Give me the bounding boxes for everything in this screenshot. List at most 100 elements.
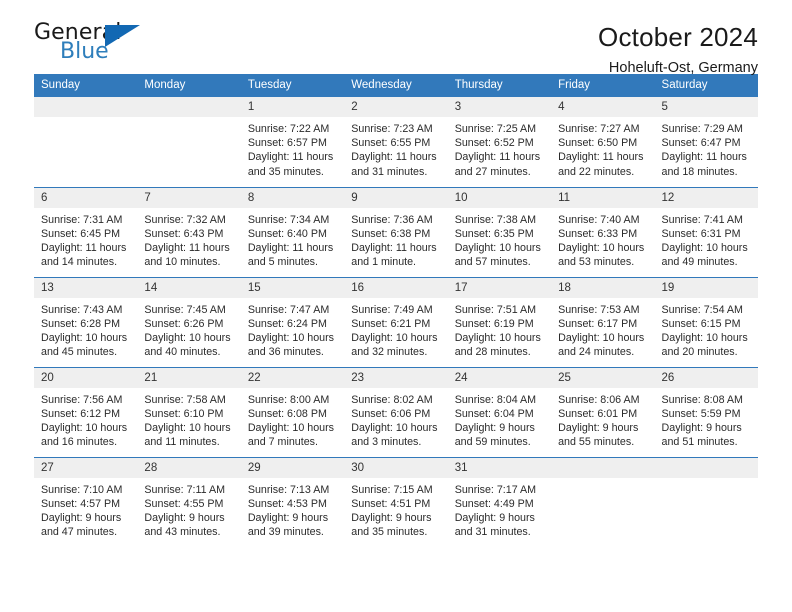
sunrise-text: Sunrise: 8:02 AM: [351, 393, 433, 406]
calendar-week-row: 6 Sunrise: 7:31 AM Sunset: 6:45 PM Daylight…: [34, 186, 758, 277]
sunrise-text: Sunrise: 8:08 AM: [661, 393, 743, 406]
calendar-day-cell[interactable]: 1 Sunrise: 7:22 AM Sunset: 6:57 PM Daylight…: [240, 97, 345, 187]
day-number: [34, 97, 138, 117]
calendar-day-cell[interactable]: 9 Sunrise: 7:36 AM Sunset: 6:38 PM Daylight…: [344, 186, 448, 277]
calendar-day-cell[interactable]: 5 Sunrise: 7:29 AM Sunset: 6:47 PM Daylight…: [654, 97, 758, 187]
calendar-day-cell[interactable]: 13 Sunrise: 7:43 AM Sunset: 6:28 PM Dayligh…: [34, 276, 138, 367]
day-number: 11: [551, 187, 655, 208]
day-sun-info: Sunrise: 7:23 AM Sunset: 6:55 PM Daylight:…: [344, 117, 447, 179]
calendar-day-cell[interactable]: 2 Sunrise: 7:23 AM Sunset: 6:55 PM Daylight…: [344, 97, 448, 187]
calendar-day-cell[interactable]: 7 Sunrise: 7:32 AM Sunset: 6:43 PM Daylight…: [137, 186, 241, 277]
calendar-day-cell[interactable]: 30 Sunrise: 7:15 AM Sunset: 4:51 PM Dayligh…: [344, 456, 448, 547]
sunrise-text: Sunrise: 7:29 AM: [661, 123, 743, 135]
calendar-week-row: 13 Sunrise: 7:43 AM Sunset: 6:28 PM Dayligh…: [34, 276, 758, 367]
calendar-day-cell[interactable]: 16 Sunrise: 7:49 AM Sunset: 6:21 PM Dayligh…: [344, 276, 448, 367]
day-sun-info: Sunrise: 7:43 AM Sunset: 6:28 PM Daylight:…: [34, 298, 137, 360]
day-number: 20: [34, 367, 138, 388]
sunrise-text: Sunrise: 7:36 AM: [351, 213, 433, 226]
day-number: 12: [654, 187, 758, 208]
calendar-day-cell[interactable]: 19 Sunrise: 7:54 AM Sunset: 6:15 PM Dayligh…: [654, 276, 758, 367]
sunset-text: Sunset: 6:31 PM: [661, 227, 741, 240]
calendar-day-cell[interactable]: 6 Sunrise: 7:31 AM Sunset: 6:45 PM Daylight…: [34, 186, 138, 277]
sunset-text: Sunset: 6:43 PM: [144, 227, 224, 240]
calendar-day-cell[interactable]: 12 Sunrise: 7:41 AM Sunset: 6:31 PM Dayligh…: [654, 186, 758, 277]
calendar-day-cell[interactable]: 28 Sunrise: 7:11 AM Sunset: 4:55 PM Dayligh…: [137, 456, 241, 547]
sunset-text: Sunset: 6:01 PM: [558, 407, 638, 420]
daylight-text: Daylight: 10 hours and 24 minutes.: [558, 331, 645, 359]
sunset-text: Sunset: 4:53 PM: [247, 497, 327, 510]
daylight-text: Daylight: 11 hours and 1 minute.: [351, 241, 437, 269]
day-number: [654, 457, 758, 478]
logo-triangle-icon: [105, 25, 140, 47]
day-sun-info: Sunrise: 8:02 AM Sunset: 6:06 PM Daylight:…: [344, 388, 447, 450]
calendar-day-cell[interactable]: 31 Sunrise: 7:17 AM Sunset: 4:49 PM Dayligh…: [447, 456, 552, 547]
sunset-text: Sunset: 6:21 PM: [351, 317, 431, 330]
sunset-text: Sunset: 6:19 PM: [454, 317, 534, 330]
calendar-day-cell[interactable]: 25 Sunrise: 8:06 AM Sunset: 6:01 PM Dayligh…: [551, 366, 655, 457]
sunrise-text: Sunrise: 8:00 AM: [247, 393, 330, 406]
calendar-day-cell[interactable]: 21 Sunrise: 7:58 AM Sunset: 6:10 PM Dayligh…: [137, 366, 241, 457]
calendar-day-cell[interactable]: 8 Sunrise: 7:34 AM Sunset: 6:40 PM Daylight…: [240, 186, 345, 277]
day-number: [137, 97, 241, 117]
day-number: 19: [654, 277, 758, 298]
calendar-day-cell-empty: [551, 456, 655, 547]
title-block: October 2024 Hoheluft-Ost, Germany: [598, 22, 758, 78]
general-blue-logo[interactable]: General Blue: [34, 22, 154, 70]
daylight-text: Daylight: 10 hours and 36 minutes.: [247, 331, 334, 359]
sunrise-text: Sunrise: 7:51 AM: [454, 303, 537, 316]
calendar-day-cell[interactable]: 24 Sunrise: 8:04 AM Sunset: 6:04 PM Dayligh…: [447, 366, 552, 457]
sunrise-text: Sunrise: 7:53 AM: [558, 303, 640, 316]
sunset-text: Sunset: 6:33 PM: [558, 227, 638, 240]
calendar-day-cell[interactable]: 15 Sunrise: 7:47 AM Sunset: 6:24 PM Dayligh…: [240, 276, 345, 367]
daylight-text: Daylight: 9 hours and 35 minutes.: [351, 511, 432, 539]
day-sun-info: Sunrise: 7:58 AM Sunset: 6:10 PM Daylight:…: [137, 388, 240, 450]
sunrise-text: Sunrise: 7:40 AM: [558, 213, 640, 226]
sunrise-text: Sunrise: 7:31 AM: [41, 213, 123, 226]
sunset-text: Sunset: 6:06 PM: [351, 407, 431, 420]
page-subtitle: Hoheluft-Ost, Germany: [608, 60, 758, 76]
calendar-day-cell[interactable]: 11 Sunrise: 7:40 AM Sunset: 6:33 PM Dayligh…: [551, 186, 655, 277]
calendar-day-cell[interactable]: 23 Sunrise: 8:02 AM Sunset: 6:06 PM Dayligh…: [344, 366, 448, 457]
calendar-day-cell[interactable]: 14 Sunrise: 7:45 AM Sunset: 6:26 PM Dayligh…: [137, 276, 241, 367]
calendar-day-cell[interactable]: 3 Sunrise: 7:25 AM Sunset: 6:52 PM Daylight…: [447, 97, 552, 187]
day-number: 25: [551, 367, 655, 388]
sunset-text: Sunset: 4:55 PM: [144, 497, 224, 510]
day-sun-info: Sunrise: 7:17 AM Sunset: 4:49 PM Daylight:…: [448, 478, 551, 540]
sunset-text: Sunset: 6:04 PM: [454, 407, 534, 420]
daylight-text: Daylight: 10 hours and 49 minutes.: [661, 241, 748, 269]
sunrise-text: Sunrise: 8:06 AM: [558, 393, 640, 406]
day-number: 30: [344, 457, 448, 478]
day-number: 17: [447, 277, 552, 298]
calendar-day-cell[interactable]: 18 Sunrise: 7:53 AM Sunset: 6:17 PM Dayligh…: [551, 276, 655, 367]
day-number: 15: [240, 277, 345, 298]
day-sun-info: Sunrise: 7:32 AM Sunset: 6:43 PM Daylight:…: [137, 208, 240, 270]
calendar-day-cell[interactable]: 26 Sunrise: 8:08 AM Sunset: 5:59 PM Dayligh…: [654, 366, 758, 457]
calendar-day-cell[interactable]: 22 Sunrise: 8:00 AM Sunset: 6:08 PM Dayligh…: [240, 366, 345, 457]
sunrise-text: Sunrise: 7:17 AM: [454, 483, 537, 496]
sunrise-text: Sunrise: 7:49 AM: [351, 303, 433, 316]
sunrise-text: Sunrise: 7:54 AM: [661, 303, 743, 316]
sunrise-text: Sunrise: 7:56 AM: [41, 393, 123, 406]
calendar-day-cell[interactable]: 17 Sunrise: 7:51 AM Sunset: 6:19 PM Dayligh…: [447, 276, 552, 367]
calendar-day-cell[interactable]: 27 Sunrise: 7:10 AM Sunset: 4:57 PM Dayligh…: [34, 456, 138, 547]
day-sun-info: Sunrise: 7:41 AM Sunset: 6:31 PM Daylight:…: [655, 208, 758, 270]
calendar-day-cell[interactable]: 29 Sunrise: 7:13 AM Sunset: 4:53 PM Dayligh…: [240, 456, 345, 547]
weekday-header-thursday: Thursday: [447, 74, 552, 97]
sunrise-text: Sunrise: 7:27 AM: [558, 123, 640, 135]
calendar-day-cell[interactable]: 4 Sunrise: 7:27 AM Sunset: 6:50 PM Daylight…: [551, 97, 655, 187]
daylight-text: Daylight: 9 hours and 31 minutes.: [454, 511, 535, 539]
calendar-day-cell-empty: [34, 97, 138, 187]
calendar-table: Sunday Monday Tuesday Wednesday Thursday Frid…: [34, 74, 758, 547]
day-number: 13: [34, 277, 138, 298]
day-number: 21: [137, 367, 241, 388]
sunrise-text: Sunrise: 7:41 AM: [661, 213, 743, 226]
day-sun-info: Sunrise: 7:27 AM Sunset: 6:50 PM Daylight:…: [551, 117, 654, 179]
calendar-day-cell[interactable]: 10 Sunrise: 7:38 AM Sunset: 6:35 PM Dayligh…: [447, 186, 552, 277]
sunset-text: Sunset: 6:45 PM: [41, 227, 121, 240]
day-sun-info: Sunrise: 7:29 AM Sunset: 6:47 PM Daylight:…: [655, 117, 758, 179]
sunrise-text: Sunrise: 7:47 AM: [247, 303, 330, 316]
sunset-text: Sunset: 5:59 PM: [661, 407, 741, 420]
daylight-text: Daylight: 9 hours and 59 minutes.: [454, 421, 535, 449]
calendar-day-cell[interactable]: 20 Sunrise: 7:56 AM Sunset: 6:12 PM Dayligh…: [34, 366, 138, 457]
calendar-week-row: 1 Sunrise: 7:22 AM Sunset: 6:57 PM Daylight…: [34, 97, 758, 187]
